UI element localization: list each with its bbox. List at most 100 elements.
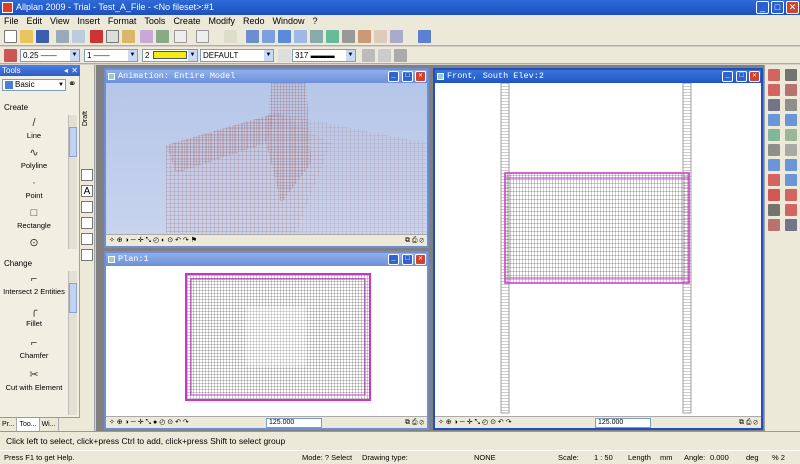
design-icon[interactable]	[326, 30, 339, 43]
create-tool-3[interactable]: □ Rectangle	[2, 207, 66, 230]
model-icon[interactable]	[342, 30, 355, 43]
print-preview-icon[interactable]	[72, 30, 85, 43]
drawing-files-icon[interactable]	[246, 30, 259, 43]
pin-icon[interactable]: ◂	[64, 65, 68, 76]
undo-icon[interactable]	[174, 30, 187, 43]
right-tool-icon[interactable]	[785, 174, 797, 186]
change-tool-0[interactable]: ⌐ Intersect 2 Entities	[2, 273, 66, 296]
animation-icon[interactable]	[358, 30, 371, 43]
right-tool-icon[interactable]	[785, 129, 797, 141]
menu-window[interactable]: Window	[268, 15, 308, 28]
maximize-button[interactable]: □	[771, 1, 784, 14]
minimize-button[interactable]: _	[756, 1, 769, 14]
right-tool-icon[interactable]	[768, 189, 780, 201]
right-tool-icon[interactable]	[768, 204, 780, 216]
navigation-icons[interactable]: ✧ ⊕ ◑ ─ ✛ ⤡ ◴ ⊙ ↶ ↷	[438, 417, 512, 428]
layer-lock-icon[interactable]	[278, 49, 291, 62]
plan-viewport[interactable]	[106, 266, 427, 418]
delete-icon[interactable]	[224, 30, 237, 43]
front-zoom-combo[interactable]: 125.000	[595, 418, 651, 428]
menu-help[interactable]: ?	[309, 15, 322, 28]
right-tool-icon[interactable]	[785, 219, 797, 231]
navigation-icons[interactable]: ✧ ⊕ ◑ ─ ✛ ⤡ ● ◴ ⊙ ↶ ↷	[109, 417, 189, 428]
window-tools-icon[interactable]: ⧉ ⎙ ⊘	[405, 235, 424, 246]
pattern-icon[interactable]	[81, 233, 93, 245]
color-combo[interactable]: 2 ▼	[142, 49, 198, 62]
format-icon-a[interactable]	[362, 49, 375, 62]
change-tool-3[interactable]: ✂ Cut with Element	[2, 369, 66, 392]
draft-label[interactable]: Draft	[82, 111, 89, 126]
right-tool-icon[interactable]	[785, 144, 797, 156]
create-tool-2[interactable]: · Point	[2, 177, 66, 200]
copy-icon[interactable]	[106, 30, 119, 43]
right-tool-icon[interactable]	[785, 69, 797, 81]
right-tool-icon[interactable]	[768, 129, 780, 141]
right-tool-icon[interactable]	[768, 144, 780, 156]
tab-tools[interactable]: Too...	[17, 418, 40, 431]
close-button[interactable]: ✕	[786, 1, 799, 14]
create-scrollbar[interactable]	[68, 115, 77, 249]
binoculars-icon[interactable]: ⚭	[68, 79, 76, 90]
right-tool-icon[interactable]	[785, 159, 797, 171]
right-tool-icon[interactable]	[785, 114, 797, 126]
right-tool-icon[interactable]	[768, 99, 780, 111]
status-angle[interactable]: 0.000	[710, 451, 729, 464]
save-icon[interactable]	[36, 30, 49, 43]
format-brush-icon[interactable]	[4, 49, 17, 62]
plan-window[interactable]: Plan:1 _ □ ✕ ✧ ⊕ ◑ ─ ✛ ⤡ ● ◴ ⊙ ↶ ↷ 125.0…	[104, 251, 429, 430]
right-tool-icon[interactable]	[768, 174, 780, 186]
minimize-button[interactable]: _	[388, 71, 399, 82]
tab-wizards[interactable]: Wi...	[40, 418, 59, 431]
right-tool-icon[interactable]	[785, 84, 797, 96]
menu-file[interactable]: File	[0, 15, 23, 28]
plan-zoom-combo[interactable]: 125.000	[266, 418, 322, 428]
paste-icon[interactable]	[122, 30, 135, 43]
right-tool-icon[interactable]	[785, 204, 797, 216]
layer-settings-icon[interactable]	[278, 30, 291, 43]
print-icon[interactable]	[56, 30, 69, 43]
new-icon[interactable]	[4, 30, 17, 43]
cut-icon[interactable]	[90, 30, 103, 43]
dimension-icon[interactable]	[81, 201, 93, 213]
change-tool-2[interactable]: ⌐ Chamfer	[2, 337, 66, 360]
minimize-button[interactable]: _	[388, 254, 399, 265]
change-scrollbar[interactable]	[68, 271, 77, 415]
front-elevation-window[interactable]: Front, South Elev:2 _ □ ✕ ✧ ⊕ ◑ ─ ✛ ⤡ ◴ …	[433, 68, 763, 430]
create-tool-1[interactable]: ∿ Polyline	[2, 147, 66, 170]
menu-insert[interactable]: Insert	[73, 15, 104, 28]
right-tool-icon[interactable]	[768, 84, 780, 96]
redo-icon[interactable]	[196, 30, 209, 43]
menu-create[interactable]: Create	[169, 15, 204, 28]
maximize-button[interactable]: □	[736, 71, 747, 82]
menu-view[interactable]: View	[46, 15, 73, 28]
menu-redo[interactable]: Redo	[239, 15, 269, 28]
format-icon-c[interactable]	[394, 49, 407, 62]
maximize-button[interactable]: □	[402, 254, 413, 265]
menu-modify[interactable]: Modify	[204, 15, 239, 28]
close-button[interactable]: ✕	[415, 254, 426, 265]
animation-viewport[interactable]	[106, 83, 427, 236]
right-tool-icon[interactable]	[768, 114, 780, 126]
help-icon[interactable]	[418, 30, 431, 43]
pen-thickness-combo[interactable]: 0.25 —— ▼	[20, 49, 80, 62]
menu-format[interactable]: Format	[104, 15, 141, 28]
navigation-icons[interactable]: ✧ ⊕ ◑ ─ ✛ ⤡ ◴ ◐ ⊙ ↶ ↷ ⚑	[109, 235, 197, 246]
format-painter-icon[interactable]	[81, 169, 93, 181]
layer-combo[interactable]: DEFAULT ▼	[200, 49, 274, 62]
status-scale[interactable]: 1 : 50	[594, 451, 613, 464]
properties-icon[interactable]	[140, 30, 153, 43]
maximize-button[interactable]: □	[402, 71, 413, 82]
fill-style-combo[interactable]: 317 ▬▬▬ ▼	[292, 49, 356, 62]
text-icon[interactable]: A	[81, 185, 93, 197]
palette-close-icon[interactable]: ✕	[71, 65, 78, 76]
open-fileset-icon[interactable]	[262, 30, 275, 43]
symbol-icon[interactable]	[81, 249, 93, 261]
animation-window[interactable]: Animation: Entire Model _ □ ✕ ✧ ⊕ ◑ ─ ✛ …	[104, 68, 429, 248]
open-icon[interactable]	[20, 30, 33, 43]
hatch-icon[interactable]	[81, 217, 93, 229]
format-icon-b[interactable]	[378, 49, 391, 62]
right-tool-icon[interactable]	[785, 189, 797, 201]
plot-icon[interactable]	[294, 30, 307, 43]
cube-icon[interactable]	[390, 30, 403, 43]
status-length-unit[interactable]: mm	[660, 451, 673, 464]
